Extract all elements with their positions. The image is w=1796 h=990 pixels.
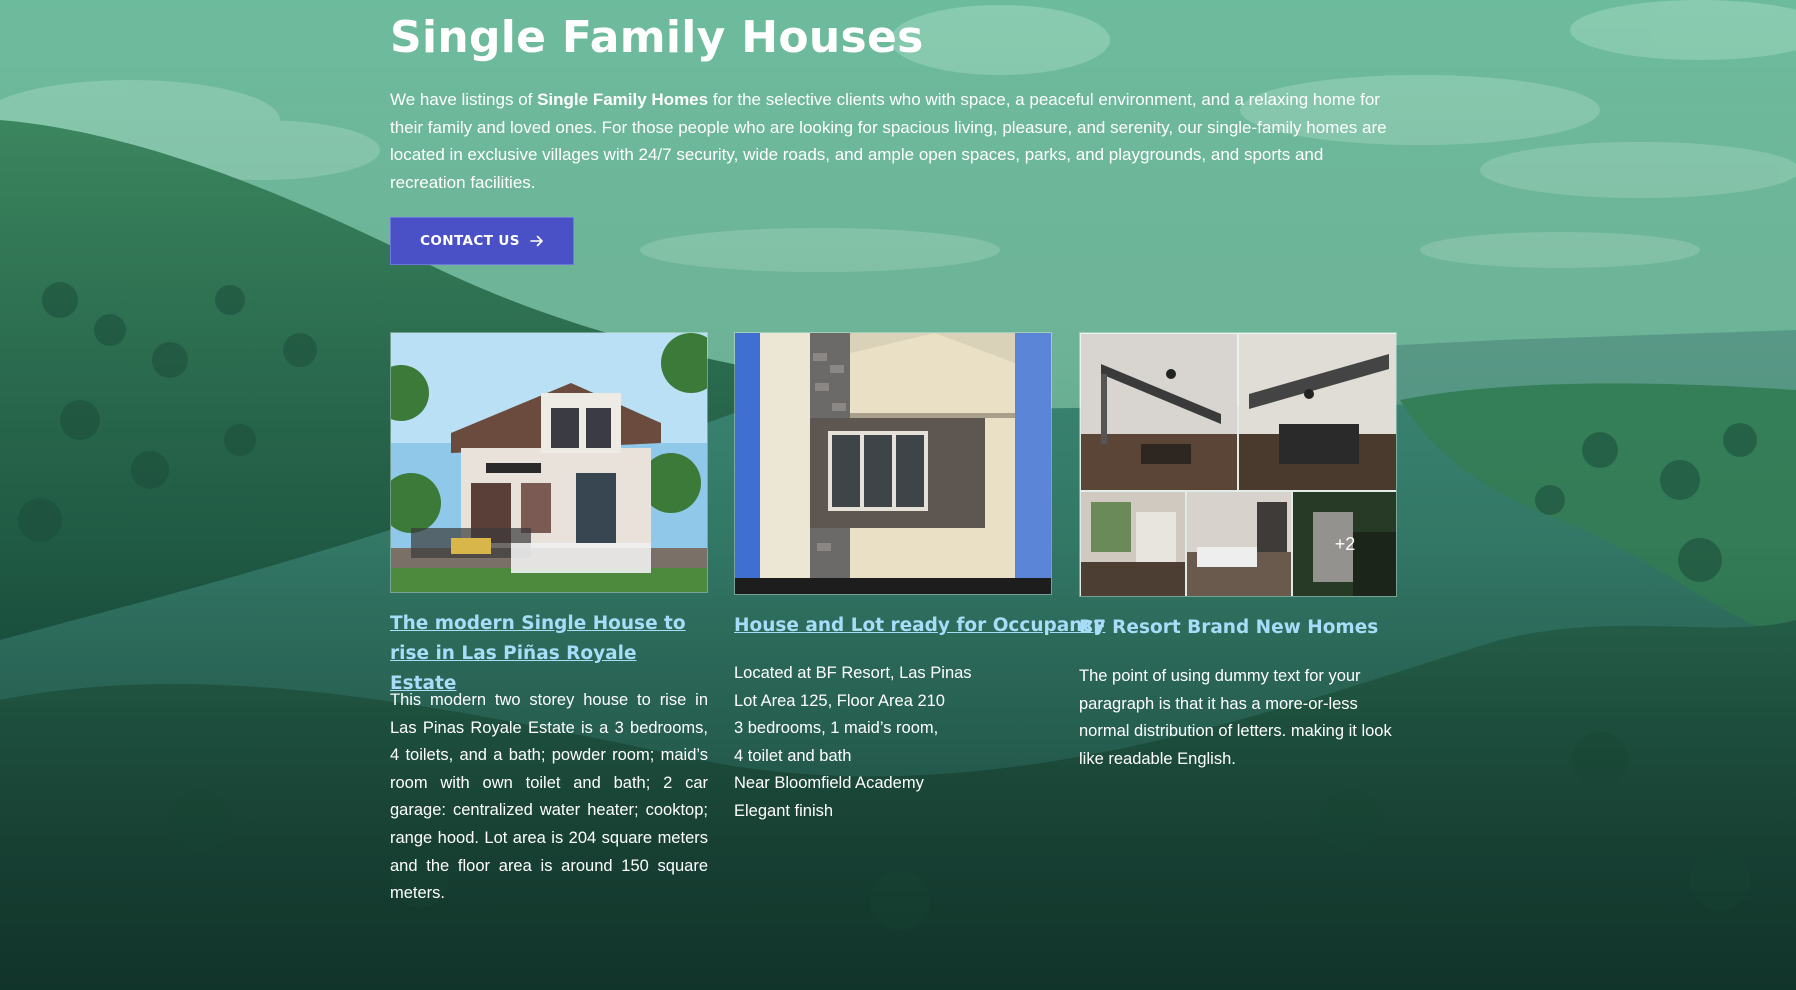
house-facade-photo: [735, 333, 1051, 594]
listing-details: Located at BF Resort, Las Pinas Lot Area…: [734, 660, 1052, 826]
photo-gallery[interactable]: +2: [1079, 332, 1397, 597]
listing-title-link[interactable]: BF Resort Brand New Homes: [1079, 613, 1409, 643]
listing-card: The modern Single House to rise in Las P…: [390, 332, 708, 902]
intro-text-start: We have listings of: [390, 90, 538, 109]
gallery-photo[interactable]: [1080, 491, 1186, 596]
listing-photo[interactable]: [390, 332, 708, 593]
listing-title-link[interactable]: The modern Single House to rise in Las P…: [390, 609, 708, 699]
detail-line: Elegant finish: [734, 801, 834, 820]
contact-us-button[interactable]: CONTACT US: [390, 217, 574, 265]
detail-line: 3 bedrooms, 1 maid’s room,: [734, 719, 939, 738]
listing-photo[interactable]: [734, 332, 1052, 595]
gallery-photo-more[interactable]: +2: [1292, 491, 1396, 596]
arrow-right-icon: [530, 234, 544, 248]
house-illustration: [391, 333, 707, 592]
gallery-photo[interactable]: [1186, 491, 1292, 596]
listing-card: House and Lot ready for Occupancy Locate…: [734, 332, 1105, 820]
detail-line: Near Bloomfield Academy: [734, 774, 924, 793]
gallery-photo[interactable]: [1238, 333, 1396, 491]
contact-us-label: CONTACT US: [420, 233, 520, 249]
listing-title-link[interactable]: House and Lot ready for Occupancy: [734, 611, 1105, 641]
listing-description: The point of using dummy text for your p…: [1079, 667, 1392, 768]
detail-line: Located at BF Resort, Las Pinas: [734, 664, 972, 682]
detail-line: Lot Area 125, Floor Area 210: [734, 691, 945, 710]
more-photos-count: +2: [1293, 492, 1396, 596]
page-title: Single Family Houses: [390, 12, 924, 63]
detail-line: 4 toilet and bath: [734, 746, 852, 765]
listing-card: +2 BF Resort Brand New Homes The point o…: [1079, 332, 1397, 768]
intro-paragraph: We have listings of Single Family Homes …: [390, 86, 1400, 196]
listing-description: This modern two storey house to rise in …: [390, 691, 708, 903]
intro-emphasis: Single Family Homes: [537, 90, 709, 109]
gallery-photo[interactable]: [1080, 333, 1238, 491]
